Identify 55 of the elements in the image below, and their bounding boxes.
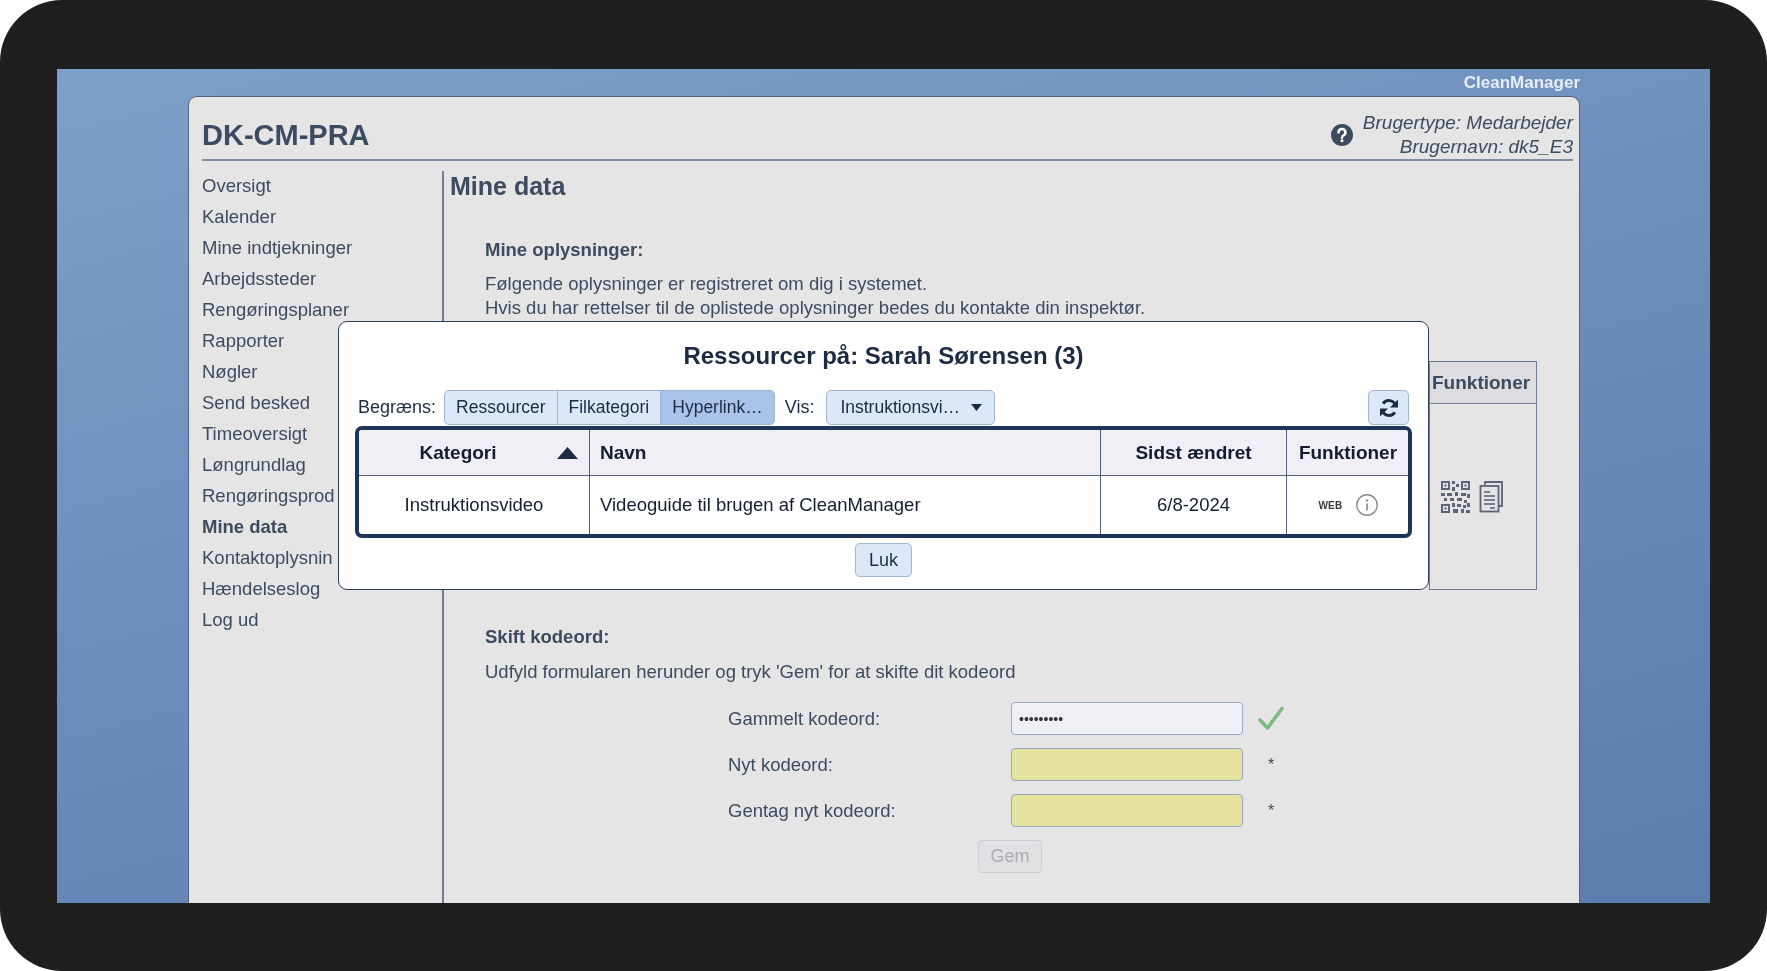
- dialog-title: Ressourcer på: Sarah Sørensen (3): [682, 341, 1085, 371]
- nav-link[interactable]: Hændelseslog: [202, 578, 321, 599]
- column-header[interactable]: Navn: [600, 441, 647, 464]
- info-text: Følgende oplysninger er registreret om dig i systemet.: [485, 272, 928, 296]
- nav-link[interactable]: Rapporter: [202, 330, 285, 351]
- page-title: Mine data: [450, 171, 567, 201]
- field-label: Gammelt kodeord:: [728, 706, 881, 731]
- view-dropdown[interactable]: Instruktionsvi…: [826, 390, 996, 425]
- info-icon[interactable]: [1355, 494, 1378, 516]
- table-cell: Videoguide til brugen af CleanManager: [589, 476, 1100, 534]
- web-link[interactable]: WEB: [1318, 499, 1343, 511]
- required-mark: *: [1267, 801, 1275, 820]
- password-field[interactable]: •••••••••: [1011, 702, 1243, 735]
- section-heading: Mine oplysninger:: [485, 238, 645, 262]
- nav-link[interactable]: Mine indtjekninger: [202, 237, 353, 258]
- info-text: Hvis du har rettelser til de oplistede oplysninger bedes du kontakte din inspektør.: [485, 296, 1146, 320]
- qr-code-icon[interactable]: [1441, 481, 1470, 513]
- refresh-button[interactable]: [1368, 390, 1409, 425]
- help-icon[interactable]: [1330, 124, 1353, 146]
- nav-link[interactable]: Kontaktoplysnin: [202, 547, 333, 568]
- nav-link[interactable]: Kalender: [202, 206, 277, 227]
- filter-tab[interactable]: Filkategori: [556, 390, 662, 425]
- documents-icon[interactable]: [1479, 481, 1504, 513]
- password-field[interactable]: [1011, 748, 1243, 781]
- instruction-text: Udfyld formularen herunder og tryk 'Gem' for at skifte dit kodeord: [485, 660, 1017, 684]
- nav-link[interactable]: Løngrundlag: [202, 454, 306, 475]
- table-cell: 6/8-2024: [1100, 476, 1286, 534]
- required-mark: *: [1267, 755, 1275, 774]
- view-label: Vis:: [784, 397, 815, 418]
- filter-label: Begræns:: [358, 397, 437, 418]
- site-title: DK-CM-PRA: [202, 119, 370, 151]
- caret-icon: [971, 404, 983, 411]
- app-brand: CleanManager: [1463, 72, 1580, 93]
- filter-tab[interactable]: Hyperlink…: [660, 390, 775, 425]
- refresh-icon: [1377, 396, 1400, 419]
- close-button[interactable]: Luk: [855, 543, 912, 577]
- user-type: Brugertype: Medarbejder: [1362, 111, 1573, 135]
- nav-link[interactable]: Timeoversigt: [202, 423, 308, 444]
- nav-link[interactable]: Rengøringsprod: [202, 485, 335, 506]
- nav-link[interactable]: Send besked: [202, 392, 310, 413]
- nav-link[interactable]: Mine data: [202, 516, 288, 537]
- filter-tab[interactable]: Ressourcer: [444, 390, 558, 425]
- nav-link[interactable]: Rengøringsplaner: [202, 299, 350, 320]
- nav-link[interactable]: Arbejdssteder: [202, 268, 317, 289]
- user-name: Brugernavn: dk5_E3: [1399, 135, 1573, 159]
- field-label: Gentag nyt kodeord:: [728, 798, 896, 823]
- nav-link[interactable]: Nøgler: [202, 361, 258, 382]
- nav-link[interactable]: Oversigt: [202, 175, 271, 196]
- password-field[interactable]: [1011, 794, 1243, 827]
- nav-link[interactable]: Log ud: [202, 609, 259, 630]
- column-header: Funktioner: [1432, 371, 1531, 394]
- section-heading: Skift kodeord:: [485, 625, 611, 649]
- table-cell-text: Instruktionsvideo: [403, 493, 545, 517]
- field-label: Nyt kodeord:: [728, 752, 833, 777]
- sort-arrow-icon[interactable]: [557, 446, 578, 459]
